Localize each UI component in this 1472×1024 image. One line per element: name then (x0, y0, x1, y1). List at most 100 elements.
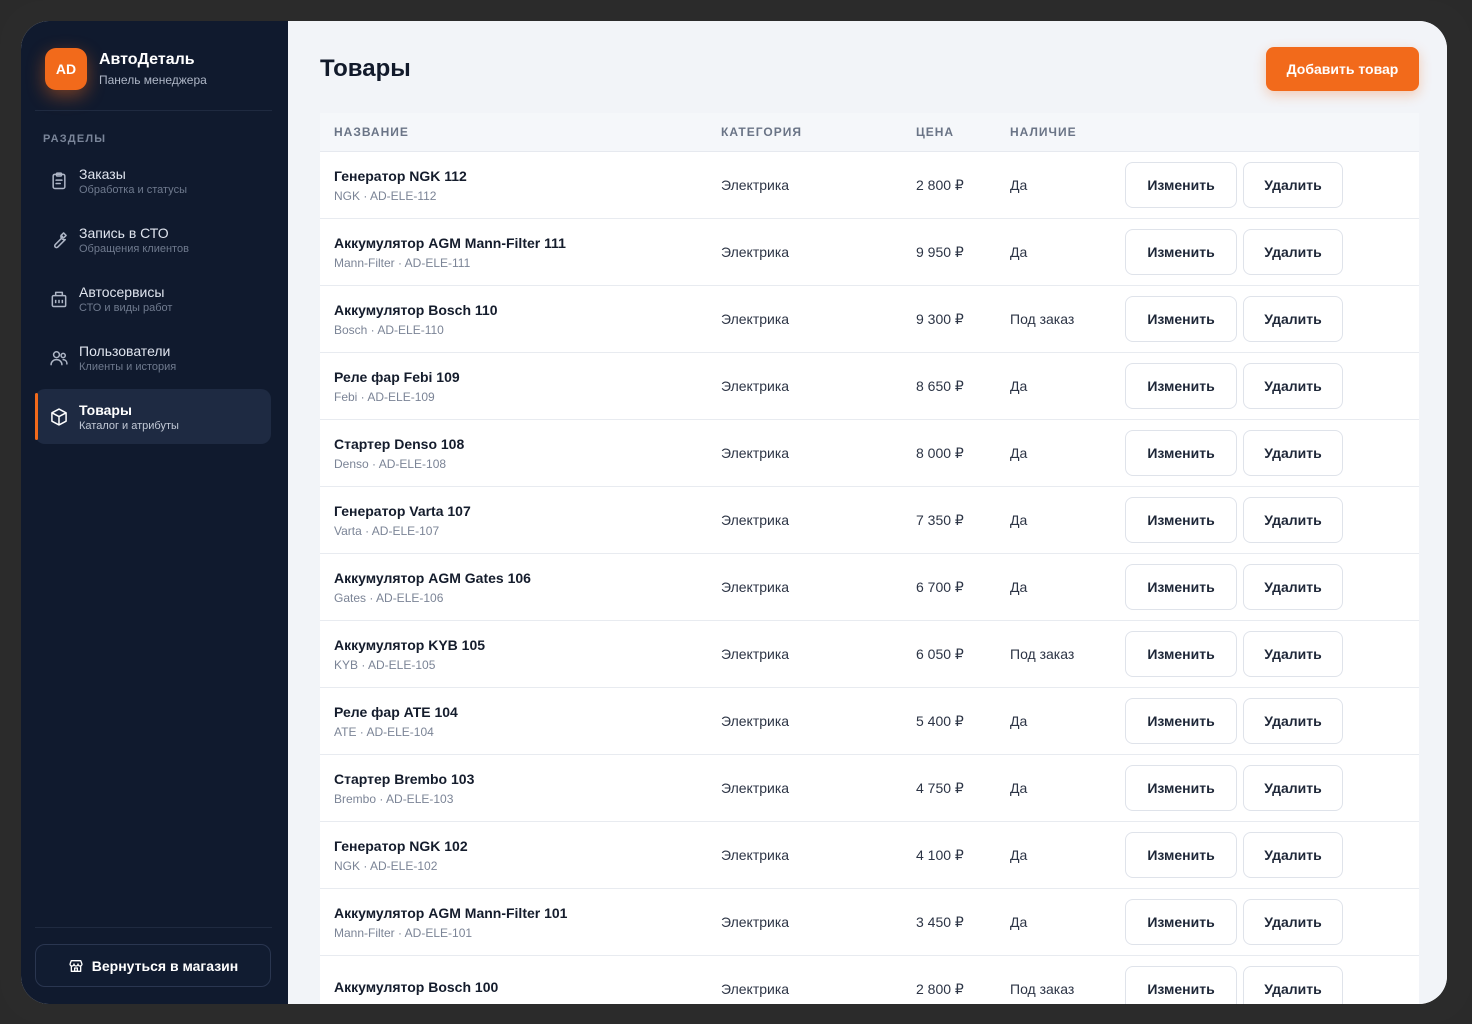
delete-button[interactable]: Удалить (1243, 162, 1343, 208)
edit-button[interactable]: Изменить (1125, 497, 1237, 543)
delete-button[interactable]: Удалить (1243, 229, 1343, 275)
brand-name: АвтоДеталь (99, 51, 195, 68)
delete-button[interactable]: Удалить (1243, 296, 1343, 342)
delete-button[interactable]: Удалить (1243, 497, 1343, 543)
delete-button[interactable]: Удалить (1243, 564, 1343, 610)
edit-button[interactable]: Изменить (1125, 363, 1237, 409)
users-icon (49, 348, 69, 368)
product-category: Электрика (721, 244, 790, 260)
sidebar-item-sublabel: Клиенты и история (79, 360, 177, 373)
product-price: 4 750 ₽ (916, 779, 964, 796)
edit-button[interactable]: Изменить (1125, 698, 1237, 744)
table-row: Реле фар Febi 109 Febi · AD-ELE-109 Элек… (320, 353, 1419, 420)
product-category: Электрика (721, 646, 790, 662)
row-actions: Изменить Удалить (1125, 497, 1419, 543)
back-to-store-label: Вернуться в магазин (91, 957, 239, 974)
row-actions: Изменить Удалить (1125, 899, 1419, 945)
clipboard-icon (49, 171, 69, 191)
product-price: 9 300 ₽ (916, 310, 964, 327)
edit-button[interactable]: Изменить (1125, 966, 1237, 1004)
delete-button[interactable]: Удалить (1243, 899, 1343, 945)
table-row: Генератор NGK 112 NGK · AD-ELE-112 Элект… (320, 152, 1419, 219)
delete-button[interactable]: Удалить (1243, 363, 1343, 409)
product-name: Реле фар ATE 104 (334, 703, 458, 720)
sidebar-item-car-services[interactable]: Автосервисы СТО и виды работ (35, 271, 271, 326)
edit-button[interactable]: Изменить (1125, 430, 1237, 476)
table-row: Генератор Varta 107 Varta · AD-ELE-107 Э… (320, 487, 1419, 554)
page-title: Товары (320, 55, 411, 82)
product-category: Электрика (721, 914, 790, 930)
product-category: Электрика (721, 847, 790, 863)
row-actions: Изменить Удалить (1125, 698, 1419, 744)
sidebar-item-orders[interactable]: Заказы Обработка и статусы (35, 153, 271, 208)
product-category: Электрика (721, 378, 790, 394)
app-window: AD АвтоДеталь Панель менеджера РАЗДЕЛЫ З… (21, 21, 1447, 1004)
box-icon (49, 407, 69, 427)
table-row: Аккумулятор AGM Mann-Filter 101 Mann-Fil… (320, 889, 1419, 956)
product-availability: Под заказ (1010, 981, 1075, 997)
product-price: 2 800 ₽ (916, 176, 964, 193)
product-price: 9 950 ₽ (916, 243, 964, 260)
edit-button[interactable]: Изменить (1125, 564, 1237, 610)
add-product-button[interactable]: Добавить товар (1266, 47, 1419, 91)
edit-button[interactable]: Изменить (1125, 631, 1237, 677)
edit-button[interactable]: Изменить (1125, 765, 1237, 811)
sidebar-item-products[interactable]: Товары Каталог и атрибуты (35, 389, 271, 444)
product-availability: Да (1010, 713, 1028, 729)
delete-button[interactable]: Удалить (1243, 765, 1343, 811)
sidebar-item-sublabel: Каталог и атрибуты (79, 419, 179, 432)
back-to-store-button[interactable]: Вернуться в магазин (35, 944, 271, 987)
row-actions: Изменить Удалить (1125, 832, 1419, 878)
sidebar-divider (35, 927, 272, 928)
edit-button[interactable]: Изменить (1125, 229, 1237, 275)
product-price: 8 650 ₽ (916, 377, 964, 394)
sidebar: AD АвтоДеталь Панель менеджера РАЗДЕЛЫ З… (21, 21, 288, 1004)
products-table: НАЗВАНИЕ КАТЕГОРИЯ ЦЕНА НАЛИЧИЕ Генерато… (320, 113, 1419, 1004)
product-category: Электрика (721, 512, 790, 528)
table-row: Стартер Denso 108 Denso · AD-ELE-108 Эле… (320, 420, 1419, 487)
column-header-price: ЦЕНА (916, 125, 955, 139)
product-name: Аккумулятор AGM Gates 106 (334, 569, 531, 586)
product-availability: Да (1010, 579, 1028, 595)
table-body: Генератор NGK 112 NGK · AD-ELE-112 Элект… (320, 152, 1419, 1004)
delete-button[interactable]: Удалить (1243, 430, 1343, 476)
table-row: Аккумулятор Bosch 110 Bosch · AD-ELE-110… (320, 286, 1419, 353)
table-row: Аккумулятор AGM Gates 106 Gates · AD-ELE… (320, 554, 1419, 621)
product-name: Аккумулятор Bosch 110 (334, 301, 498, 318)
product-availability: Под заказ (1010, 646, 1075, 662)
row-actions: Изменить Удалить (1125, 966, 1419, 1004)
product-name: Аккумулятор AGM Mann-Filter 101 (334, 904, 568, 921)
sidebar-item-users[interactable]: Пользователи Клиенты и история (35, 330, 271, 385)
product-meta: Denso · AD-ELE-108 (334, 456, 447, 471)
delete-button[interactable]: Удалить (1243, 966, 1343, 1004)
product-category: Электрика (721, 780, 790, 796)
edit-button[interactable]: Изменить (1125, 296, 1237, 342)
product-meta: NGK · AD-ELE-102 (334, 858, 438, 873)
product-availability: Да (1010, 244, 1028, 260)
product-price: 6 050 ₽ (916, 645, 964, 662)
edit-button[interactable]: Изменить (1125, 162, 1237, 208)
delete-button[interactable]: Удалить (1243, 631, 1343, 677)
product-price: 3 450 ₽ (916, 913, 964, 930)
sidebar-item-sublabel: Обращения клиентов (79, 242, 189, 255)
edit-button[interactable]: Изменить (1125, 832, 1237, 878)
brand-logo: AD (45, 48, 87, 90)
product-name: Стартер Denso 108 (334, 435, 465, 452)
product-meta: Varta · AD-ELE-107 (334, 523, 440, 538)
table-row: Аккумулятор AGM Mann-Filter 111 Mann-Fil… (320, 219, 1419, 286)
product-category: Электрика (721, 445, 790, 461)
product-meta: Gates · AD-ELE-106 (334, 590, 444, 605)
sidebar-nav: Заказы Обработка и статусы Запись в СТО … (35, 153, 271, 448)
delete-button[interactable]: Удалить (1243, 832, 1343, 878)
edit-button[interactable]: Изменить (1125, 899, 1237, 945)
product-name: Генератор NGK 102 (334, 837, 468, 854)
product-price: 2 800 ₽ (916, 980, 964, 997)
product-meta: Mann-Filter · AD-ELE-111 (334, 255, 471, 270)
delete-button[interactable]: Удалить (1243, 698, 1343, 744)
sidebar-item-label: Запись в СТО (79, 224, 169, 241)
row-actions: Изменить Удалить (1125, 564, 1419, 610)
sidebar-item-service-booking[interactable]: Запись в СТО Обращения клиентов (35, 212, 271, 267)
column-header-availability: НАЛИЧИЕ (1010, 125, 1077, 139)
product-meta: ATE · AD-ELE-104 (334, 724, 434, 739)
product-availability: Да (1010, 378, 1028, 394)
